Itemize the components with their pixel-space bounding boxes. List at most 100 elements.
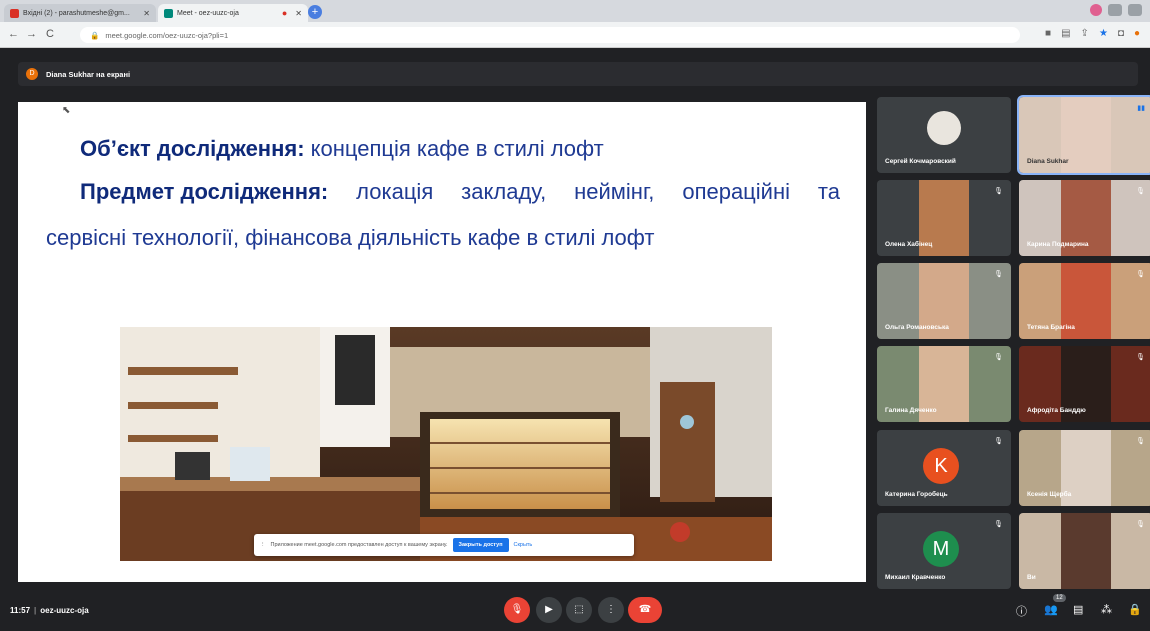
new-tab-button[interactable]: + [308,5,322,19]
more-options-button[interactable]: ⋮ [598,597,624,623]
participant-name: Сергей Кочмаровский [885,158,956,165]
mic-off-icon: 🎙 [1136,521,1145,528]
tab-gmail[interactable]: Вхідні (2) - parashutmeshe@gm... ✕ [4,4,156,22]
participant-avatar: M [923,531,959,567]
present-screen-button[interactable]: ⬚ [566,597,592,623]
mic-off-icon: 🎙 [1136,188,1145,195]
participant-name: Катерина Горобець [885,491,948,498]
participant-name: Галина Дяченко [885,407,937,414]
participant-name: Карина Подмарина [1027,241,1089,248]
current-time: 11:57 [10,606,31,615]
slide-line-object: Об’єкт дослідження: концепція кафе в сти… [80,136,604,162]
participant-tile[interactable]: 🎙 Тетяна Брагіна [1019,263,1150,339]
participant-photo [927,111,961,145]
host-controls-icon[interactable]: 🔒 [1128,603,1142,616]
browser-tab-bar: Вхідні (2) - parashutmeshe@gm... ✕ Meet … [0,0,1150,22]
participant-tile[interactable]: Сергей Кочмаровский [877,97,1011,173]
url-field[interactable]: 🔒 meet.google.com/oez-uuzc-oja?pli=1 [80,27,1020,43]
close-icon[interactable]: ✕ [143,9,150,18]
slide-line-subject-cont: сервісні технології, фінансова діяльніст… [46,225,655,250]
participant-name: Михаил Кравченко [885,574,946,581]
mic-off-icon: 🎙 [994,354,1003,361]
camera-icon[interactable]: ■ [1045,28,1051,39]
cafe-photo [120,327,772,561]
mic-toggle-button[interactable]: 🎙 [504,597,530,623]
mic-off-icon: 🎙 [994,521,1003,528]
presenter-avatar: D [26,68,38,80]
separator: | [34,606,37,615]
participant-avatar: K [923,448,959,484]
screen-share-notification: ⋮ Приложение meet.google.com предоставле… [254,534,634,556]
share-icon[interactable]: ⇪ [1081,28,1089,39]
slide-line-subject: Предмет дослідження: локація закладу, не… [80,179,840,205]
minimize-button[interactable] [1108,4,1122,16]
extension-icons: ■ ▤ ⇪ ★ ◘ ● [1045,28,1140,39]
activities-icon[interactable]: ⁂ [1101,603,1112,616]
meeting-info: 11:57 | oez-uuzc-oja [10,606,89,615]
participant-tile[interactable]: M 🎙 Михаил Кравченко [877,513,1011,589]
meet-icon [164,8,173,18]
profile-icon[interactable] [1090,4,1102,16]
participant-name: Афродіта Банддю [1027,407,1086,414]
subject-word: закладу, [461,179,547,204]
window-controls [1090,4,1142,16]
recording-dot-icon: ● [281,8,288,18]
participant-tile[interactable]: 🎙 Афродіта Банддю [1019,346,1150,422]
gmail-icon [10,8,19,18]
subject-heading: Предмет дослідження: [80,179,329,204]
close-icon[interactable]: ✕ [295,9,302,18]
chat-icon[interactable]: ▤ [1073,603,1083,616]
presenter-label: Diana Sukhar на екрані [46,69,131,79]
tab-title: Meet - oez-uuzc-oja [177,9,239,17]
meeting-controls-bar: 11:57 | oez-uuzc-oja 🎙 ▶ ⬚ ⋮ ☎ ⓘ 12 👥 ▤ … [0,590,1150,631]
leave-call-button[interactable]: ☎ [628,597,662,623]
participant-name: Тетяна Брагіна [1027,324,1075,331]
subject-word: неймінг, [574,179,655,204]
mic-off-icon: 🎙 [1136,438,1145,445]
mic-off-icon: 🎙 [994,188,1003,195]
hide-notice-button[interactable]: Скрыть [514,542,533,548]
participant-name: Ксенія Щерба [1027,491,1072,498]
share-notice-text: Приложение meet.google.com предоставлен … [270,542,448,548]
subject-word: та [817,179,840,204]
participant-tile[interactable]: 🎙 Ви [1019,513,1150,589]
lock-icon: 🔒 [90,30,100,40]
info-icon: ⋮ [260,542,266,548]
mic-off-icon: 🎙 [994,271,1003,278]
star-icon[interactable]: ★ [1099,28,1108,39]
mic-off-icon: 🎙 [1136,271,1145,278]
participant-name: Ольга Романовська [885,324,949,331]
translate-icon[interactable]: ▤ [1061,28,1070,39]
subject-word: операційні [682,179,790,204]
address-bar-row: ← → C 🔒 meet.google.com/oez-uuzc-oja?pli… [0,22,1150,48]
extension-icon[interactable]: ◘ [1118,28,1124,39]
camera-toggle-button[interactable]: ▶ [536,597,562,623]
mic-off-icon: 🎙 [1136,354,1145,361]
meeting-code: oez-uuzc-oja [40,606,89,615]
participant-name: Олена Хабінец [885,241,933,248]
object-heading: Об’єкт дослідження: [80,136,305,161]
presenter-bar: D Diana Sukhar на екрані [18,62,1138,86]
participant-tile[interactable]: 🎙 Ксенія Щерба [1019,430,1150,506]
close-window-button[interactable] [1128,4,1142,16]
forward-button[interactable]: → [26,28,37,40]
participant-video [1061,513,1111,589]
shared-screen: Об’єкт дослідження: концепція кафе в сти… [18,102,866,582]
tab-title: Вхідні (2) - parashutmeshe@gm... [23,9,130,17]
participant-tile[interactable]: 🎙 Галина Дяченко [877,346,1011,422]
participant-name: Diana Sukhar [1027,158,1069,165]
subject-word: локація [356,179,434,204]
tab-meet[interactable]: Meet - oez-uuzc-oja ● ✕ [158,4,308,22]
back-button[interactable]: ← [8,28,19,40]
avatar-icon[interactable]: ● [1134,28,1140,39]
people-icon[interactable]: 👥 [1044,603,1058,616]
reload-button[interactable]: C [46,28,54,40]
participant-tile[interactable]: 🎙 Олена Хабінец [877,180,1011,256]
stop-sharing-button[interactable]: Закрыть доступ [452,538,509,552]
participant-tile[interactable]: K 🎙 Катерина Горобець [877,430,1011,506]
info-icon[interactable]: ⓘ [1016,603,1027,619]
participant-tile[interactable]: 🎙 Ольга Романовська [877,263,1011,339]
participant-tile[interactable]: 🎙 Карина Подмарина [1019,180,1150,256]
participant-tile[interactable]: ▮▮ Diana Sukhar [1017,95,1150,175]
people-count-badge: 12 [1053,594,1066,602]
